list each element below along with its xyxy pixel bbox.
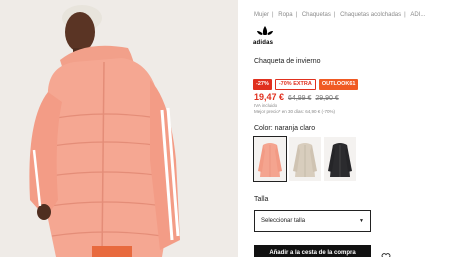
size-select-placeholder: Seleccionar talla: [261, 218, 306, 224]
breadcrumb-item-mujer[interactable]: Mujer: [254, 12, 269, 18]
price-badges: -27% -70% EXTRA OUTLOOK61: [253, 79, 359, 90]
breadcrumb: Mujer | Ropa | Chaquetas | Chaquetas acolch…: [254, 12, 426, 18]
color-label: Color: naranja claro: [254, 125, 316, 132]
breadcrumb-item-ropa[interactable]: Ropa: [278, 12, 292, 18]
extra-discount-badge: -70% EXTRA: [274, 79, 316, 90]
breadcrumb-item-current[interactable]: ADI...: [410, 12, 425, 18]
current-price: 19,47 €: [254, 92, 285, 102]
price-row: 19,47 € 64,99 € 29,90 €: [254, 92, 339, 102]
product-image[interactable]: [0, 0, 238, 257]
discount-badge: -27%: [253, 79, 272, 90]
heart-icon[interactable]: [381, 249, 391, 257]
vat-note: IVA incluido: [254, 103, 278, 108]
promo-code-badge[interactable]: OUTLOOK61: [318, 79, 359, 90]
product-title: Chaqueta de invierno: [254, 58, 321, 65]
breadcrumb-item-chaquetas-acolchadas[interactable]: Chaquetas acolchadas: [340, 12, 401, 18]
color-swatch-beige[interactable]: [289, 137, 321, 181]
caret-down-icon: ▼: [359, 218, 364, 224]
size-select[interactable]: Seleccionar talla ▼: [254, 210, 371, 232]
product-info: Mujer | Ropa | Chaquetas | Chaquetas acolch…: [250, 0, 475, 257]
best-price-note: Mejor precio* en 30 días: 64,90 € (-70%): [254, 109, 336, 114]
color-swatches: [253, 136, 356, 182]
add-to-cart-button[interactable]: Añadir a la cesta de la compra: [254, 245, 371, 257]
color-swatch-naranja[interactable]: [253, 136, 287, 182]
color-swatch-negro[interactable]: [324, 137, 356, 181]
brand-name[interactable]: adidas: [253, 40, 273, 46]
original-price: 64,99 €: [288, 95, 312, 102]
breadcrumb-item-chaquetas[interactable]: Chaquetas: [302, 12, 331, 18]
size-label: Talla: [254, 196, 269, 203]
previous-price: 29,90 €: [315, 95, 339, 102]
